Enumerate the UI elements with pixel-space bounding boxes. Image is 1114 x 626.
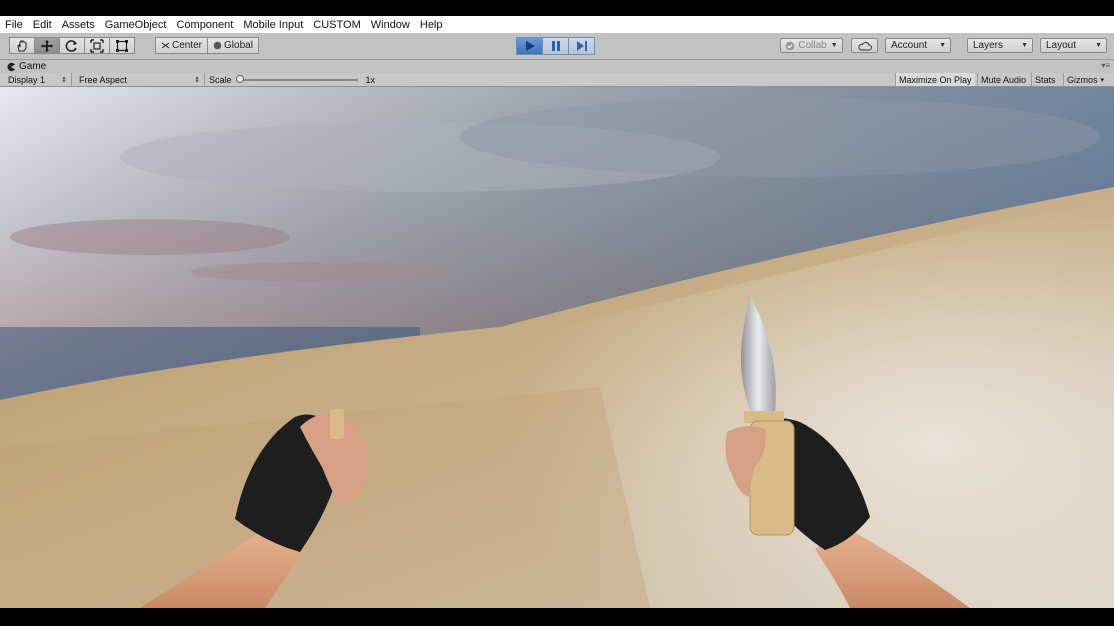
globe-icon	[213, 41, 222, 50]
scale-tool-button[interactable]	[84, 37, 110, 54]
maximize-on-play-toggle[interactable]: Maximize On Play	[895, 73, 975, 86]
game-render-view[interactable]	[0, 87, 1114, 608]
menu-assets[interactable]: Assets	[57, 19, 100, 31]
menu-window[interactable]: Window	[366, 19, 415, 31]
playback-controls	[516, 37, 595, 55]
screen-bottom-border	[0, 608, 1114, 626]
menu-component[interactable]: Component	[171, 19, 238, 31]
tab-menu-icon[interactable]: ▾≡	[1101, 61, 1110, 70]
hand-tool-button[interactable]	[9, 37, 35, 54]
pacman-game-icon	[7, 62, 15, 71]
layout-dropdown[interactable]: Layout ▼	[1040, 38, 1107, 53]
rotate-tool-button[interactable]	[59, 37, 85, 54]
game-scene-image	[0, 87, 1114, 608]
game-tab-strip: Game ▾≡	[0, 60, 1114, 73]
rect-tool-button[interactable]	[109, 37, 135, 54]
account-dropdown[interactable]: Account ▼	[885, 38, 951, 53]
cloud-icon	[857, 41, 872, 50]
game-view-toolbar: Display 1 ⇕ Free Aspect ⇕ Scale 1x Maximiz…	[0, 73, 1114, 87]
tab-game[interactable]: Game	[6, 60, 46, 73]
menu-custom[interactable]: CUSTOM	[308, 19, 365, 31]
menu-gameobject[interactable]: GameObject	[100, 19, 172, 31]
scale-icon	[90, 38, 104, 53]
cloud-button[interactable]	[851, 38, 878, 53]
menu-mobile-input[interactable]: Mobile Input	[238, 19, 308, 31]
play-button[interactable]	[516, 37, 543, 55]
main-toolbar: Center Global Collab ▼ Account ▼ Layers ▼ L…	[0, 33, 1114, 60]
step-button[interactable]	[568, 37, 595, 55]
rect-transform-icon	[116, 39, 128, 52]
step-icon	[576, 41, 587, 51]
stats-toggle[interactable]: Stats	[1031, 73, 1059, 86]
scale-value: 1x	[365, 74, 376, 85]
menu-edit[interactable]: Edit	[28, 19, 57, 31]
pivot-icon	[161, 42, 170, 49]
menu-bar: File Edit Assets GameObject Component Mo…	[0, 16, 1114, 33]
menu-file[interactable]: File	[0, 19, 28, 31]
pause-icon	[551, 41, 560, 51]
scale-label: Scale	[209, 74, 232, 85]
aspect-dropdown[interactable]: Free Aspect ⇕	[75, 73, 205, 86]
display-dropdown[interactable]: Display 1 ⇕	[4, 73, 72, 86]
screen-top-border	[0, 0, 1114, 16]
scale-control: Scale 1x	[209, 73, 375, 86]
check-icon	[786, 41, 795, 50]
mute-audio-toggle[interactable]: Mute Audio	[977, 73, 1029, 86]
pivot-toggles: Center Global	[155, 37, 259, 54]
global-space-button[interactable]: Global	[207, 37, 259, 54]
pivot-center-button[interactable]: Center	[155, 37, 209, 54]
slider-track	[235, 79, 358, 81]
move-tool-button[interactable]	[34, 37, 60, 54]
layers-dropdown[interactable]: Layers ▼	[967, 38, 1033, 53]
rotate-icon	[65, 39, 77, 52]
slider-thumb[interactable]	[235, 75, 244, 83]
play-icon	[525, 41, 535, 51]
menu-help[interactable]: Help	[415, 19, 448, 31]
hand-icon	[17, 39, 27, 51]
collab-dropdown[interactable]: Collab ▼	[780, 38, 843, 53]
transform-tools	[9, 37, 135, 54]
gizmos-dropdown[interactable]: Gizmos ▾	[1063, 73, 1107, 86]
pause-button[interactable]	[542, 37, 569, 55]
move-icon	[41, 39, 53, 52]
scale-slider[interactable]	[235, 73, 362, 86]
